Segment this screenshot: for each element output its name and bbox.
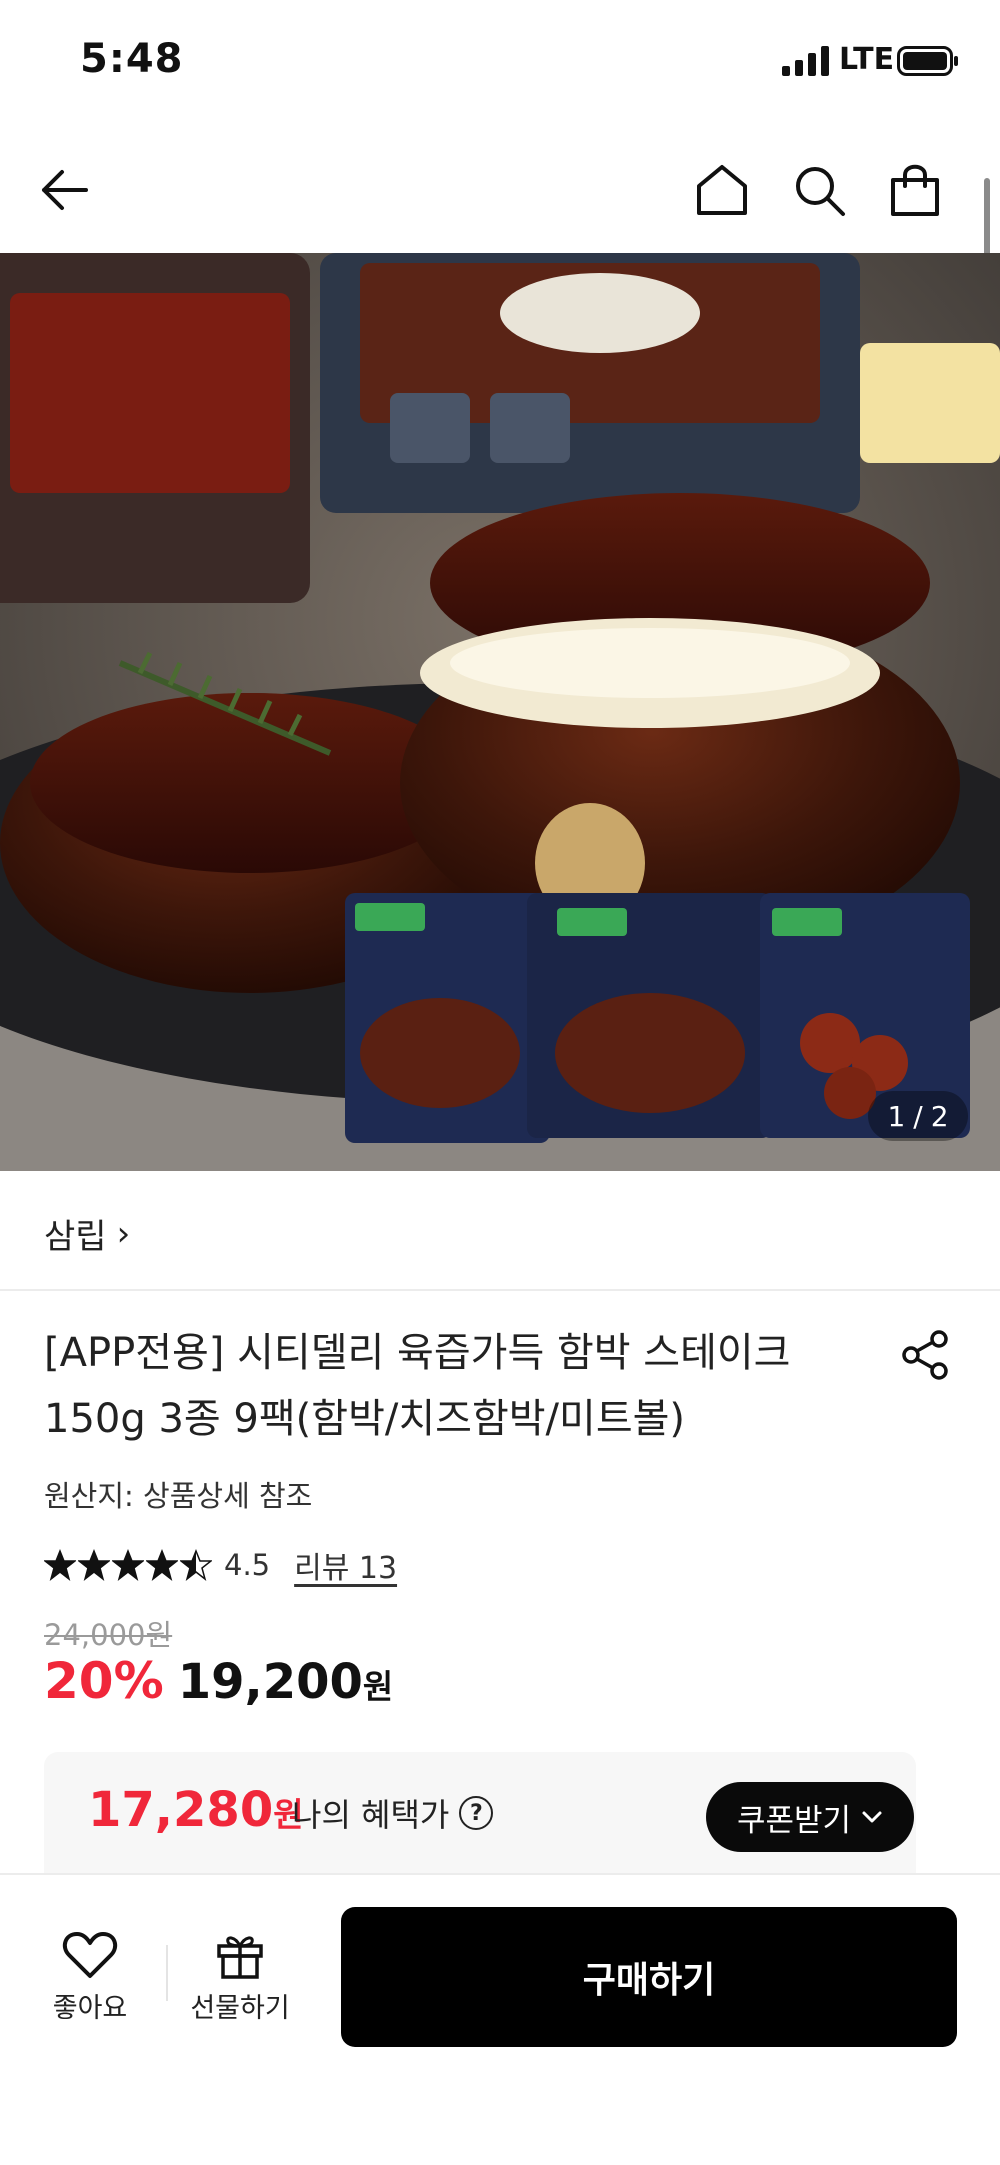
sale-price-unit: 원 bbox=[362, 1667, 394, 1706]
pager-separator: / bbox=[913, 1099, 923, 1133]
price-row: 20% 19,200 원 bbox=[44, 1652, 393, 1710]
pager-current: 1 bbox=[887, 1099, 906, 1133]
rating-stars bbox=[44, 1549, 212, 1581]
original-price: 24,000원 bbox=[44, 1618, 173, 1652]
buy-button-label: 구매하기 bbox=[582, 1960, 716, 2001]
brand-row: 삼립 › bbox=[0, 1171, 1000, 1291]
action-divider bbox=[166, 1945, 168, 2001]
search-button[interactable] bbox=[779, 150, 859, 230]
star-icon bbox=[44, 1549, 76, 1581]
gift-button[interactable]: 선물하기 bbox=[180, 1930, 300, 2040]
status-bar: 5:48 LTE bbox=[0, 0, 1000, 125]
benefit-label: 나의 혜택가 bbox=[292, 1796, 450, 1834]
heart-icon bbox=[62, 1932, 118, 1978]
product-image-carousel[interactable]: 1 / 2 bbox=[0, 253, 1000, 1171]
help-icon[interactable]: ? bbox=[459, 1796, 494, 1830]
top-nav-bar bbox=[0, 140, 1000, 250]
home-button[interactable] bbox=[682, 150, 762, 230]
benefit-price: 17,280 원 bbox=[88, 1782, 304, 1838]
cart-button[interactable] bbox=[875, 150, 955, 230]
discount-rate: 20% bbox=[44, 1652, 164, 1710]
shopping-bag-icon bbox=[891, 164, 939, 216]
star-icon bbox=[146, 1549, 178, 1581]
network-label: LTE bbox=[839, 42, 895, 77]
home-icon bbox=[697, 165, 747, 215]
benefit-label-group: 나의 혜택가 ? bbox=[292, 1790, 494, 1836]
rating-value: 4.5 bbox=[224, 1548, 271, 1582]
signal-icon bbox=[782, 46, 829, 76]
sale-price: 19,200 bbox=[177, 1654, 363, 1710]
bottom-action-bar: 좋아요 선물하기 구매하기 bbox=[0, 1873, 1000, 2165]
like-button[interactable]: 좋아요 bbox=[30, 1930, 150, 2040]
rating-row: 4.5 리뷰 13 bbox=[44, 1543, 397, 1587]
benefit-amount: 17,280 bbox=[88, 1782, 274, 1838]
battery-icon bbox=[897, 46, 958, 76]
like-label: 좋아요 bbox=[52, 1993, 128, 2024]
status-time: 5:48 bbox=[80, 36, 184, 82]
product-title: [APP전용] 시티델리 육즙가득 함박 스테이크 150g 3종 9팩(함박/… bbox=[44, 1330, 791, 1442]
back-button[interactable] bbox=[24, 150, 104, 230]
share-button[interactable] bbox=[890, 1320, 960, 1390]
gift-label: 선물하기 bbox=[190, 1993, 290, 2024]
back-arrow-icon bbox=[42, 170, 88, 210]
pager-total: 2 bbox=[930, 1099, 949, 1133]
brand-link[interactable]: 삼립 › bbox=[44, 1209, 130, 1258]
chevron-down-icon bbox=[862, 1811, 882, 1823]
coupon-button[interactable]: 쿠폰받기 bbox=[706, 1782, 914, 1852]
brand-name: 삼립 bbox=[44, 1217, 107, 1257]
benefit-box: 17,280 원 나의 혜택가 ? 쿠폰받기 bbox=[44, 1752, 916, 1877]
image-pager: 1 / 2 bbox=[868, 1091, 968, 1141]
chevron-right-icon: › bbox=[116, 1213, 131, 1254]
review-link[interactable]: 리뷰 13 bbox=[294, 1543, 397, 1587]
star-icon bbox=[78, 1549, 110, 1581]
star-icon bbox=[112, 1549, 144, 1581]
buy-button[interactable]: 구매하기 bbox=[341, 1907, 957, 2047]
search-icon bbox=[796, 167, 845, 216]
coupon-button-label: 쿠폰받기 bbox=[736, 1802, 852, 1839]
gift-icon bbox=[217, 1936, 263, 1979]
star-icon bbox=[180, 1549, 212, 1581]
origin-text: 원산지: 상품상세 참조 bbox=[44, 1479, 313, 1513]
share-icon bbox=[902, 1330, 948, 1380]
product-photo bbox=[0, 253, 1000, 1171]
